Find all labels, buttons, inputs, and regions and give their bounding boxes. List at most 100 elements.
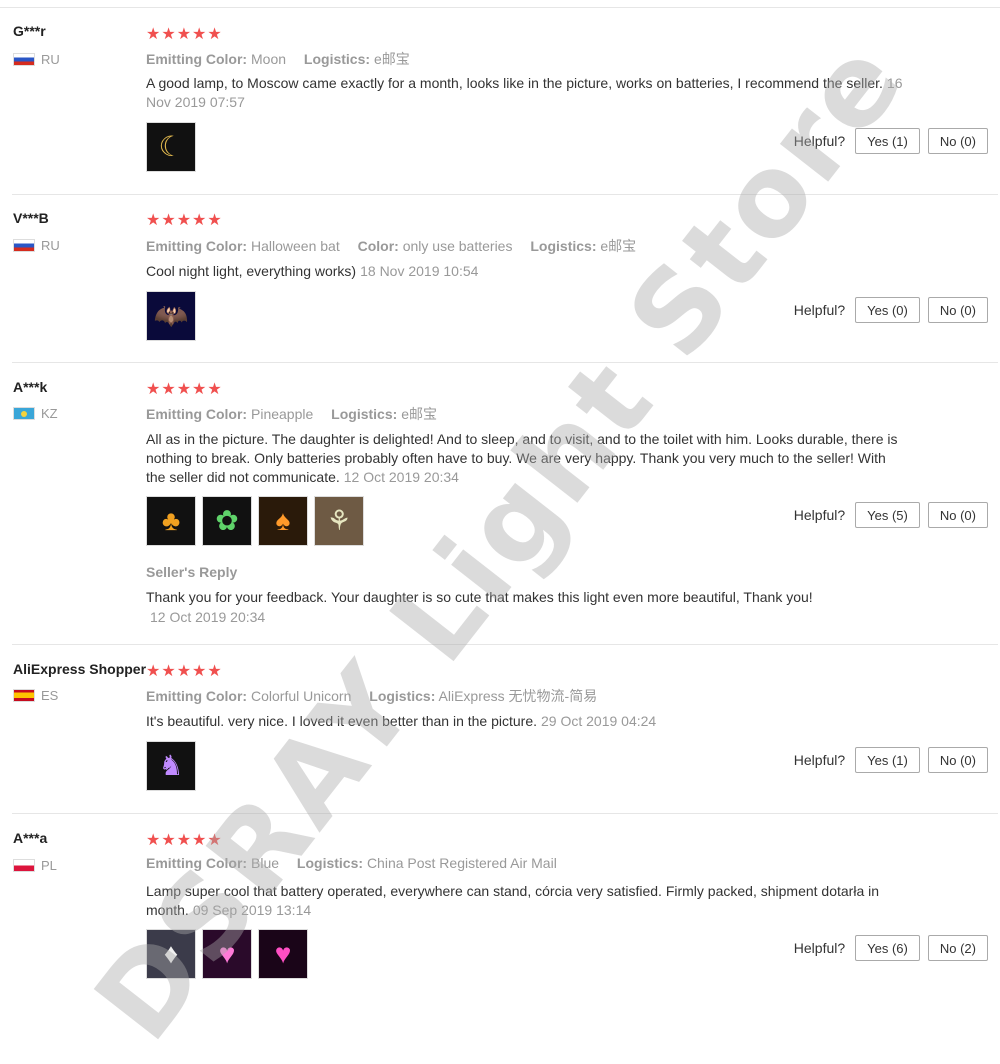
review-text-block: Lamp super cool that battery operated, e…: [146, 882, 906, 920]
helpful-yes-button[interactable]: Yes (0): [855, 297, 920, 323]
review-photos: ♦ ♥ ♥: [146, 929, 308, 979]
attribute-key: Emitting Color:: [146, 406, 248, 422]
helpful-yes-button[interactable]: Yes (6): [855, 935, 920, 961]
helpful-label: Helpful?: [793, 507, 846, 523]
review-divider: [12, 644, 998, 645]
review-photos: ♣ ✿ ♠ ⚘: [146, 496, 364, 546]
spain-flag-icon: [13, 689, 35, 702]
star-rating: ★★★★★: [146, 26, 223, 43]
attribute-key: Logistics:: [331, 406, 398, 422]
helpful-no-button[interactable]: No (2): [927, 935, 988, 961]
country-code: RU: [41, 52, 60, 67]
country-code: PL: [41, 858, 57, 873]
review-photo[interactable]: ♥: [258, 929, 308, 979]
attribute-key: Logistics:: [369, 688, 436, 704]
attribute-value: e邮宝: [600, 238, 637, 254]
helpful-yes-button[interactable]: Yes (5): [855, 502, 920, 528]
review-date: 29 Oct 2019 04:24: [541, 713, 657, 729]
reviewer-name: AliExpress Shopper: [13, 661, 147, 677]
helpful-label: Helpful?: [793, 940, 846, 956]
review-text: Cool night light, everything works): [146, 263, 357, 279]
attribute-key: Color:: [357, 238, 399, 254]
reviewer-name: A***a: [13, 830, 48, 846]
helpful-votes: Helpful? Yes (5) No (0): [794, 502, 988, 528]
russia-flag-icon: [13, 239, 35, 252]
helpful-label: Helpful?: [793, 302, 846, 318]
helpful-no-button[interactable]: No (0): [927, 747, 988, 773]
review-date: 12 Oct 2019 20:34: [343, 469, 459, 485]
attribute-key: Emitting Color:: [146, 238, 248, 254]
kazakhstan-flag-icon: [13, 407, 35, 420]
attribute-value: Moon: [251, 51, 287, 67]
attribute-key: Emitting Color:: [146, 855, 248, 871]
review-photos: 🦇: [146, 291, 196, 341]
poland-flag-icon: [13, 859, 35, 872]
review-date: 09 Sep 2019 13:14: [192, 902, 312, 918]
review-text-block: All as in the picture. The daughter is d…: [146, 430, 906, 487]
review-attributes: Emitting Color: Pineapple Logistics: e邮宝: [146, 404, 451, 424]
review-photo[interactable]: ♞: [146, 741, 196, 791]
helpful-yes-button[interactable]: Yes (1): [855, 747, 920, 773]
star-rating: ★★★★★: [146, 212, 223, 229]
review-divider: [12, 813, 998, 814]
attribute-key: Emitting Color:: [146, 51, 248, 67]
top-divider: [0, 7, 1000, 8]
seller-reply-text: Thank you for your feedback. Your daught…: [146, 589, 813, 605]
helpful-votes: Helpful? Yes (6) No (2): [794, 935, 988, 961]
attribute-key: Logistics:: [303, 51, 371, 67]
helpful-votes: Helpful? Yes (0) No (0): [794, 297, 988, 323]
review-photo[interactable]: ⚘: [314, 496, 364, 546]
attribute-value: e邮宝: [401, 406, 437, 422]
review-photo[interactable]: ♣: [146, 496, 196, 546]
attribute-value: AliExpress 无忧物流-简易: [438, 688, 598, 704]
helpful-no-button[interactable]: No (0): [927, 502, 988, 528]
review-attributes: Emitting Color: Colorful Unicorn Logisti…: [146, 686, 611, 706]
star-rating: ★★★★★: [146, 663, 223, 680]
helpful-votes: Helpful? Yes (1) No (0): [794, 747, 988, 773]
seller-reply-title: Seller's Reply: [146, 564, 238, 580]
reviewer-name: V***B: [13, 210, 49, 226]
helpful-no-button[interactable]: No (0): [927, 128, 988, 154]
star-rating: ★★★★★: [146, 381, 223, 398]
review-photo[interactable]: ♦: [146, 929, 196, 979]
reviewer-country: ES: [13, 688, 58, 703]
review-attributes: Emitting Color: Halloween bat Color: onl…: [146, 236, 650, 256]
reviewer-name: A***k: [13, 379, 48, 395]
helpful-no-button[interactable]: No (0): [927, 297, 988, 323]
review-date: 18 Nov 2019 10:54: [360, 263, 479, 279]
seller-reply-date: 12 Oct 2019 20:34: [150, 609, 266, 625]
attribute-value: only use batteries: [402, 238, 513, 254]
review-text-block: Cool night light, everything works) 18 No…: [146, 262, 906, 281]
attribute-value: Blue: [251, 855, 280, 871]
review-photo[interactable]: ♠: [258, 496, 308, 546]
reviewer-country: RU: [13, 52, 60, 67]
reviewer-name: G***r: [13, 23, 46, 39]
attribute-key: Emitting Color:: [146, 688, 248, 704]
review-photos: ☾: [146, 122, 196, 172]
review-text-block: It's beautiful. very nice. I loved it ev…: [146, 712, 906, 731]
attribute-value: Colorful Unicorn: [251, 688, 352, 704]
attribute-value: Halloween bat: [251, 238, 340, 254]
country-code: RU: [41, 238, 60, 253]
helpful-votes: Helpful? Yes (1) No (0): [794, 128, 988, 154]
helpful-label: Helpful?: [793, 133, 846, 149]
reviewer-country: RU: [13, 238, 60, 253]
review-photo[interactable]: ☾: [146, 122, 196, 172]
review-text: A good lamp, to Moscow came exactly for …: [146, 75, 883, 91]
country-code: KZ: [41, 406, 58, 421]
review-divider: [12, 194, 998, 195]
review-text-block: A good lamp, to Moscow came exactly for …: [146, 74, 906, 112]
attribute-value: Pineapple: [251, 406, 314, 422]
helpful-yes-button[interactable]: Yes (1): [855, 128, 920, 154]
attribute-value: e邮宝: [373, 51, 410, 67]
helpful-label: Helpful?: [793, 752, 846, 768]
review-photo[interactable]: 🦇: [146, 291, 196, 341]
review-photo[interactable]: ♥: [202, 929, 252, 979]
review-photos: ♞: [146, 741, 196, 791]
review-attributes: Emitting Color: Blue Logistics: China Po…: [146, 855, 571, 871]
russia-flag-icon: [13, 53, 35, 66]
review-photo[interactable]: ✿: [202, 496, 252, 546]
reviewer-country: PL: [13, 858, 57, 873]
attribute-key: Logistics:: [296, 855, 364, 871]
star-rating: ★★★★★: [146, 832, 223, 849]
